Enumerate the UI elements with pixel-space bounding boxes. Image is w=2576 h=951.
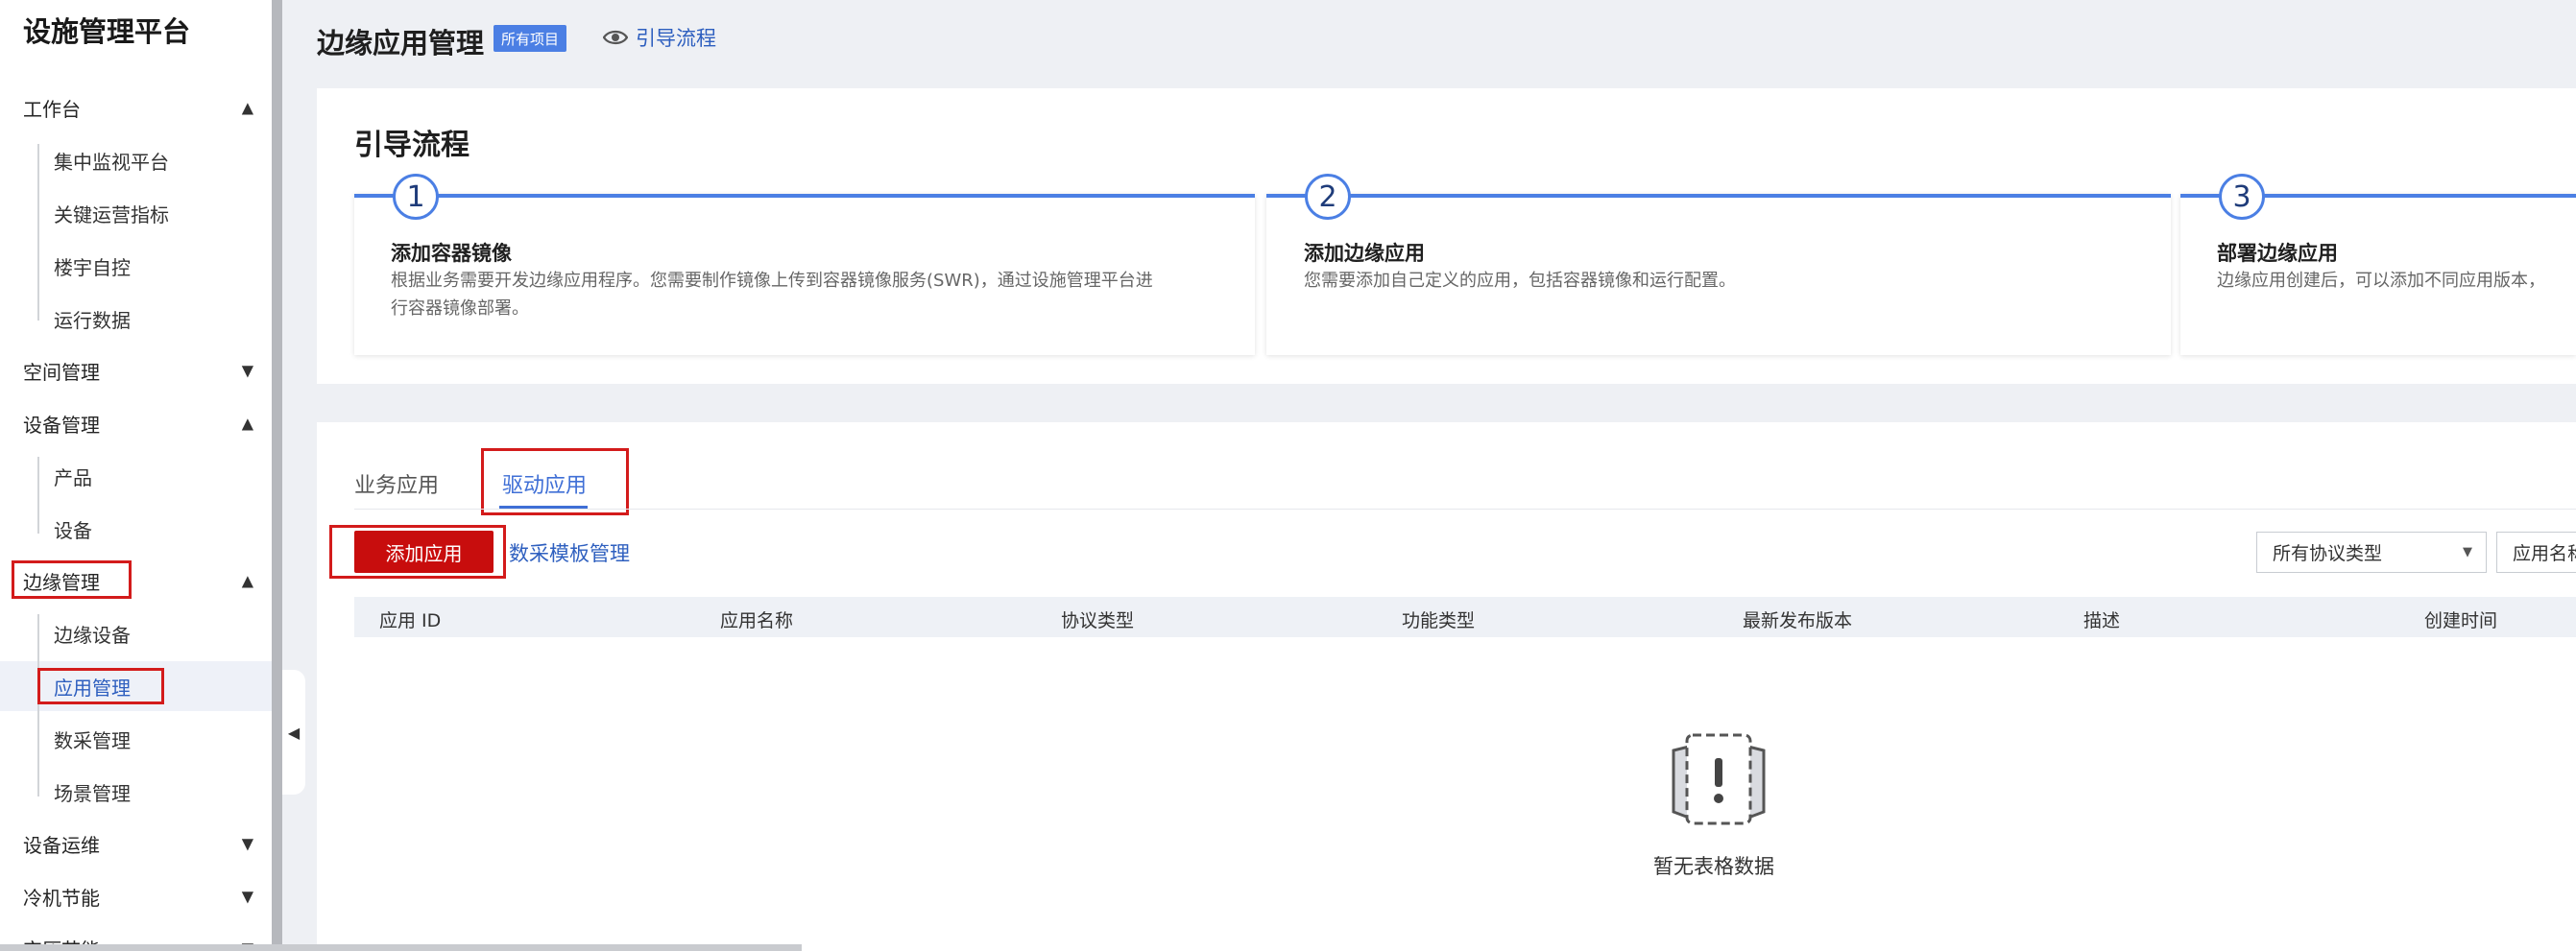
step-desc-1: 根据业务需要开发边缘应用程序。您需要制作镜像上传到容器镜像服务(SWR)，通过设…: [391, 271, 1153, 291]
sidebar-group-label: 设备管理: [23, 413, 100, 437]
search-placeholder: 应用名称: [2513, 543, 2576, 564]
chevron-down-icon: ▼: [241, 361, 253, 380]
empty-data-icon: [1672, 733, 1766, 825]
guide-link-label: 引导流程: [636, 27, 716, 50]
column-header-latest-version: 最新发布版本: [1743, 610, 1853, 631]
chevron-down-icon: ▼: [241, 834, 253, 853]
sidebar-item-edge-device[interactable]: 边缘设备: [54, 614, 131, 653]
project-badge[interactable]: 所有项目: [494, 25, 567, 52]
chevron-left-icon: ◀: [287, 723, 301, 742]
select-value: 所有协议类型: [2273, 543, 2383, 564]
chevron-up-icon: ▲: [241, 414, 253, 433]
tab-business-apps[interactable]: 业务应用: [354, 468, 439, 499]
chevron-up-icon: ▲: [241, 571, 253, 590]
sidebar-item-run-data[interactable]: 运行数据: [54, 299, 131, 338]
step-number-2: 2: [1305, 174, 1351, 220]
step-number-3: 3: [2219, 174, 2265, 220]
sidebar-group-space[interactable]: 空间管理 ▼: [23, 351, 253, 390]
menu-tree-line: [37, 614, 39, 796]
step-number-1: 1: [393, 174, 439, 220]
step-line-1: [354, 194, 1255, 198]
sidebar: 设施管理平台 工作台 ▲ 集中监视平台 关键运营指标 楼宇自控 运行数据 空间管…: [0, 0, 272, 951]
step-desc-1-cont: 行容器镜像部署。: [391, 298, 529, 319]
sidebar-item-kpi[interactable]: 关键运营指标: [54, 194, 169, 232]
app-name-search[interactable]: 应用名称: [2496, 532, 2576, 573]
chevron-up-icon: ▲: [241, 98, 253, 117]
brand-title: 设施管理平台: [23, 15, 191, 48]
protocol-type-select[interactable]: 所有协议类型 ▼: [2256, 532, 2487, 573]
guide-link[interactable]: 引导流程: [603, 23, 716, 52]
step-title-3: 部署边缘应用: [2217, 242, 2338, 265]
column-header-protocol: 协议类型: [1061, 610, 1135, 631]
highlight-box-app-management: [37, 668, 164, 704]
column-header-description: 描述: [2083, 610, 2121, 631]
column-header-created-time: 创建时间: [2424, 610, 2498, 631]
column-header-function: 功能类型: [1402, 610, 1476, 631]
eye-icon: [603, 30, 628, 45]
page-title: 边缘应用管理: [317, 27, 485, 59]
template-management-link[interactable]: 数采模板管理: [509, 538, 630, 567]
menu-tree-line: [37, 144, 39, 321]
sidebar-collapse-handle[interactable]: ◀: [282, 670, 305, 795]
menu-tree-line: [37, 457, 39, 534]
chevron-down-icon: ▼: [241, 887, 253, 906]
sidebar-item-scene[interactable]: 场景管理: [54, 773, 131, 811]
sidebar-group-chiller[interactable]: 冷机节能 ▼: [23, 877, 253, 915]
tabs-divider: [354, 509, 2576, 510]
sidebar-item-building-control[interactable]: 楼宇自控: [54, 247, 131, 285]
guide-title: 引导流程: [354, 129, 469, 162]
step-desc-2: 您需要添加自己定义的应用，包括容器镜像和运行配置。: [1304, 271, 1736, 291]
caret-down-icon: ▼: [2463, 545, 2472, 559]
main-panel: [317, 422, 2576, 951]
sidebar-group-maintenance[interactable]: 设备运维 ▼: [23, 824, 253, 863]
highlight-box-add-button: [329, 525, 506, 579]
sidebar-group-label: 工作台: [23, 97, 81, 121]
sidebar-group-label: 空间管理: [23, 360, 100, 384]
horizontal-scrollbar[interactable]: [0, 944, 802, 951]
step-title-2: 添加边缘应用: [1304, 242, 1425, 265]
sidebar-item-product[interactable]: 产品: [54, 457, 92, 495]
sidebar-item-device[interactable]: 设备: [54, 510, 92, 548]
sidebar-scrollbar[interactable]: [272, 0, 282, 951]
empty-table-text: 暂无表格数据: [1653, 855, 1774, 878]
sidebar-group-workbench[interactable]: 工作台 ▲: [23, 88, 253, 127]
step-title-1: 添加容器镜像: [391, 242, 512, 265]
column-header-app-id: 应用 ID: [379, 610, 442, 631]
step-line-2: [1266, 194, 2171, 198]
sidebar-group-device[interactable]: 设备管理 ▲: [23, 404, 253, 442]
sidebar-group-label: 设备运维: [23, 833, 100, 857]
sidebar-item-data-collection[interactable]: 数采管理: [54, 720, 131, 758]
column-header-app-name: 应用名称: [720, 610, 794, 631]
sidebar-item-monitor[interactable]: 集中监视平台: [54, 141, 169, 179]
sidebar-group-label: 冷机节能: [23, 886, 100, 910]
highlight-box-driver-tab: [481, 448, 629, 515]
step-desc-3: 边缘应用创建后，可以添加不同应用版本，: [2217, 271, 2545, 291]
highlight-box-edge: [12, 560, 132, 599]
